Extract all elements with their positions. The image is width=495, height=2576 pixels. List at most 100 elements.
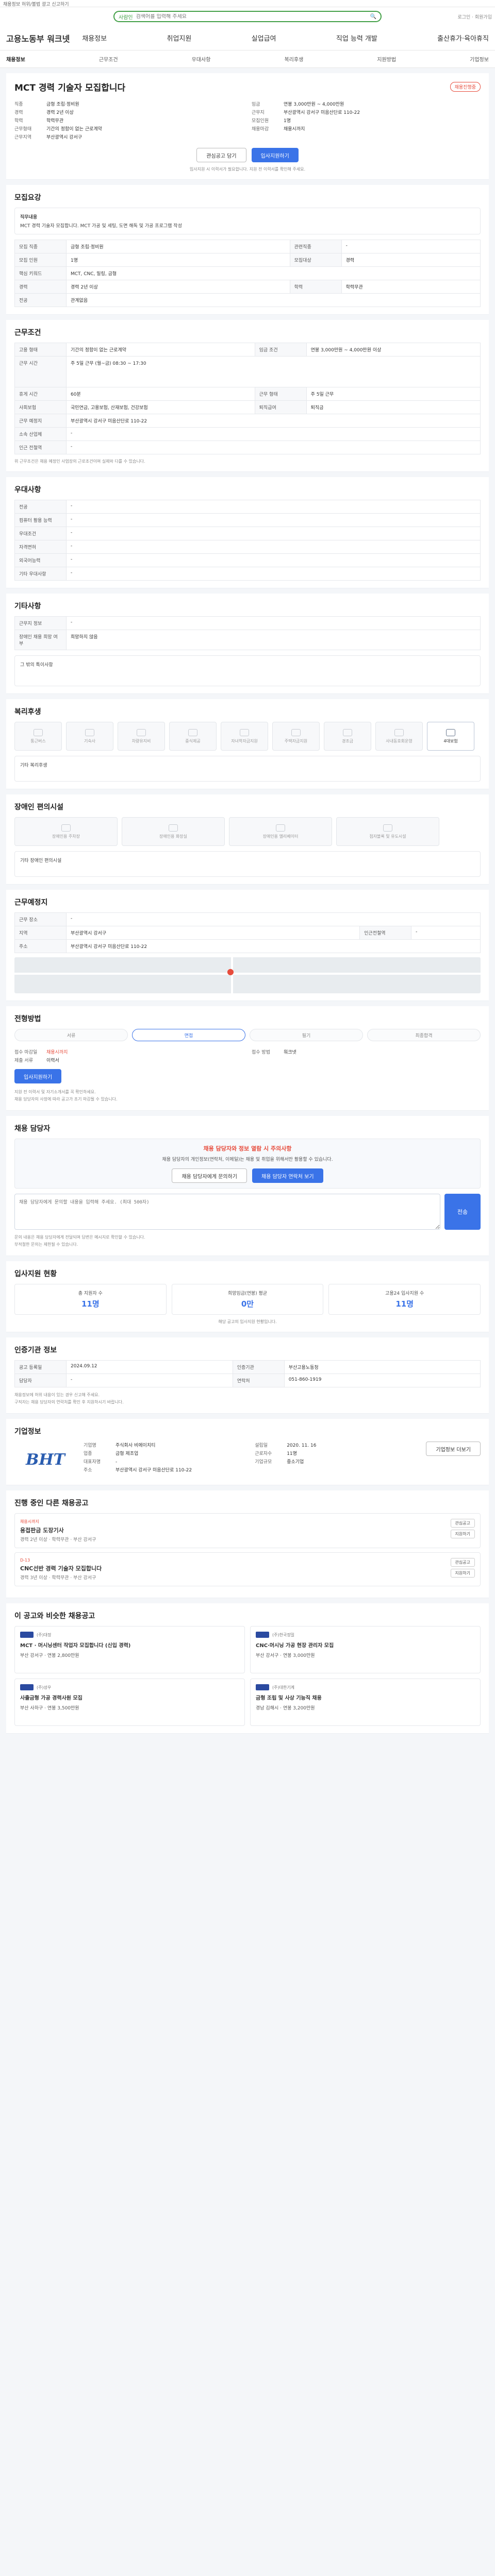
stat-label: 총 지원자 수 (78, 1291, 103, 1296)
site-logo[interactable]: 고용노동부 워크넷 (6, 32, 70, 44)
note-line: 문의 내용은 채용 담당자에게 전달되며 답변은 메시지로 확인할 수 있습니다… (14, 1235, 145, 1240)
tab-item[interactable]: 복리후생 (284, 55, 303, 63)
cell-key: 임금 조건 (254, 343, 307, 357)
list-item-title[interactable]: 용접판금 도장기사 (20, 1526, 96, 1534)
cell-key: 고용 형태 (14, 343, 67, 357)
apply-button-2[interactable]: 입사지원하기 (14, 1069, 62, 1083)
cell-key: 외국어능력 (14, 553, 67, 567)
warning-text: 채용 담당자의 개인정보(연락처, 이메일)는 채용 및 취업을 위해서만 활용… (162, 1157, 333, 1162)
tile-label: 4대보험 (443, 738, 458, 743)
conditions-section: 근무조건 고용 형태 기간의 정함이 없는 근로계약 임금 조건 연봉 3,000만원… (6, 320, 489, 472)
contact-section: 채용 담당자 채용 담당자와 정보 열람 시 주의사항 채용 담당자의 개인정보… (6, 1116, 489, 1256)
gnb-item[interactable]: 출산휴가·육아휴직 (437, 33, 489, 43)
top-notice[interactable]: 채용정보 허위/불법 광고 신고하기 (0, 0, 495, 7)
stat-value: 11명 (395, 1299, 414, 1309)
cell-key: 인근 전철역 (14, 440, 67, 454)
scrap-button[interactable]: 관심공고 담기 (196, 148, 246, 162)
gnb-item[interactable]: 직업 능력 개발 (336, 33, 377, 43)
conditions-note: 위 근무조건은 채용 예정인 사업장의 근로조건이며 실제와 다를 수 있습니다… (14, 459, 145, 464)
recommend-card[interactable]: (주)대정 MCT · 머시닝센터 작업자 모집합니다 (신입 경력) 부산 강… (14, 1626, 245, 1673)
scrap-mini-button[interactable]: 관심공고 (450, 1519, 475, 1528)
util-links[interactable]: 로그인 · 회원가입 (457, 13, 492, 20)
inquiry-button[interactable]: 채용 담당자에게 문의하기 (172, 1168, 247, 1183)
recommend-title[interactable]: 사출금형 가공 경력사원 모집 (20, 1693, 239, 1701)
table-row: 인근 전철역 - (14, 440, 481, 454)
etc-section: 기타사항 근무지 정보 - 장애인 채용 희망 여부 희망하지 않음 그 밖의 특이… (6, 594, 489, 694)
table-row: 고용 형태 기간의 정함이 없는 근로계약 임금 조건 연봉 3,000만원 ~ 4,… (14, 343, 481, 357)
search-icon[interactable]: 🔍 (370, 14, 376, 20)
list-item-title[interactable]: CNC선반 경력 기술자 모집합니다 (20, 1564, 102, 1572)
recommend-card[interactable]: (주)성우 사출금형 가공 경력사원 모집 부산 사하구 · 연봉 3,500만… (14, 1679, 245, 1726)
inquiry-textarea[interactable] (14, 1194, 440, 1230)
gnb-item[interactable]: 취업지원 (167, 33, 192, 43)
gnb-item[interactable]: 실업급여 (252, 33, 276, 43)
table-row: 공고 등록일 2024.09.12 인증기관 부산고용노동청 (14, 1360, 481, 1374)
search-input[interactable] (136, 13, 367, 20)
section-title: 채용 담당자 (14, 1125, 51, 1133)
table-row: 기타 우대사항 - (14, 567, 481, 581)
recommend-title[interactable]: CNC·머시닝 가공 현장 관리자 모집 (256, 1641, 475, 1649)
recommend-card[interactable]: (주)대한기계 금형 조립 및 사상 기능직 채용 경남 김해시 · 연봉 3,… (250, 1679, 481, 1726)
cell-value: - (66, 567, 481, 581)
recommend-card[interactable]: (주)한국정밀 CNC·머시닝 가공 현장 관리자 모집 부산 강서구 · 연봉… (250, 1626, 481, 1673)
section-title: 인증기관 정보 (14, 1346, 57, 1354)
section-title: 복리후생 (14, 708, 41, 716)
tab-item[interactable]: 우대사항 (192, 55, 211, 63)
cell-value: 금형 조립·정비원 (66, 240, 290, 253)
cell-value: - (66, 440, 481, 454)
cell-value: - (66, 616, 481, 630)
recommend-title[interactable]: MCT · 머시닝센터 작업자 모집합니다 (신입 경력) (20, 1641, 239, 1649)
apply-mini-button[interactable]: 지원하기 (450, 1530, 475, 1538)
cell-key: 컴퓨터 활용 능력 (14, 513, 67, 527)
company-more-button[interactable]: 기업정보 더보기 (426, 1442, 481, 1456)
tab-item[interactable]: 근무조건 (99, 55, 118, 63)
duties-label: 직무내용 (20, 215, 38, 220)
search-box: 사람인 🔍 (113, 11, 382, 22)
conditions-table: 고용 형태 기간의 정함이 없는 근로계약 임금 조건 연봉 3,000만원 ~ 4,… (14, 343, 481, 454)
cell-value: MCT, CNC, 밀링, 금형 (66, 266, 481, 280)
process-step: 필기 (250, 1029, 363, 1041)
apply-mini-button[interactable]: 지원하기 (450, 1569, 475, 1578)
tab-item[interactable]: 기업정보 (470, 55, 489, 63)
recommend-grid: (주)대정 MCT · 머시닝센터 작업자 모집합니다 (신입 경력) 부산 강… (14, 1626, 481, 1726)
list-item[interactable]: D-13 CNC선반 경력 기술자 모집합니다 경력 3년 이상 · 학력무관 … (14, 1552, 481, 1586)
recommend-title[interactable]: 금형 조립 및 사상 기능직 채용 (256, 1693, 475, 1701)
cell-key: 모집대상 (289, 253, 342, 267)
welfare-tile-active: 4대보험 (427, 722, 474, 751)
gnb-item[interactable]: 채용정보 (82, 33, 107, 43)
bus-icon (34, 728, 43, 736)
cell-value: - (66, 912, 481, 926)
location-map[interactable]: ● (14, 957, 481, 993)
parking-icon (61, 824, 71, 832)
send-button[interactable]: 전송 (444, 1194, 481, 1230)
recommend-meta: 부산 강서구 · 연봉 2,800만원 (20, 1653, 79, 1658)
cell-value: 주 5일 근무 (월~금) 08:30 ~ 17:30 (66, 356, 481, 387)
section-title: 모집요강 (14, 194, 41, 202)
list-item-actions: 관심공고 지원하기 (450, 1519, 475, 1543)
kv-key: 채용마감 (252, 127, 269, 132)
tile-label: 장애인용 화장실 (159, 834, 188, 839)
table-row: 자격면허 - (14, 540, 481, 554)
table-row: 우대조건 - (14, 527, 481, 540)
kv-key: 근로자수 (255, 1451, 272, 1456)
summary-right: 임금 연봉 3,000만원 ~ 4,000만원 근무지 부산광역시 강서구 미음산단… (252, 100, 481, 142)
view-contact-button[interactable]: 채용 담당자 연락처 보기 (252, 1168, 323, 1183)
section-title: 기업정보 (14, 1428, 41, 1436)
kv-key: 모집인원 (252, 118, 269, 124)
cell-key: 근무 시간 (14, 356, 67, 387)
welfare-tile: 자녀학자금지원 (221, 722, 268, 751)
list-item[interactable]: 채용시까지 용접판금 도장기사 경력 2년 이상 · 학력무관 · 부산 강서구… (14, 1513, 481, 1548)
table-row: 전공 관계없음 (14, 293, 481, 307)
cell-key: 공고 등록일 (14, 1360, 67, 1374)
process-section: 전형방법 서류 면접 필기 최종합격 접수 마감일 채용시까지 제출 서류 이력서 … (6, 1006, 489, 1111)
cell-value: - (411, 926, 481, 940)
kv-key: 업종 (84, 1451, 92, 1456)
tab-item[interactable]: 채용정보 (6, 55, 25, 63)
cell-key: 휴게 시간 (14, 387, 67, 401)
welfare-tile: 사내동호회운영 (375, 722, 423, 751)
company-logo-mini (20, 1684, 34, 1690)
apply-button[interactable]: 입사지원하기 (251, 148, 299, 162)
braille-icon (383, 824, 392, 832)
tab-item[interactable]: 지원방법 (377, 55, 396, 63)
scrap-mini-button[interactable]: 관심공고 (450, 1558, 475, 1567)
